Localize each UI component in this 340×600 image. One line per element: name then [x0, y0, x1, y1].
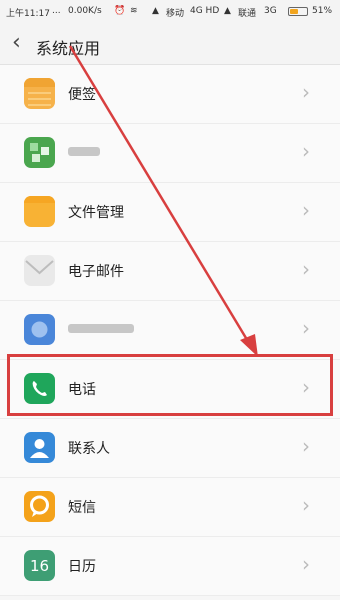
list-item-label: 日历	[68, 559, 96, 575]
app-list: 便签 › › 文件管理 › 电子邮件 › › 电话 › 联系人 › 短信 › 1…	[0, 65, 340, 596]
battery-fill	[290, 9, 298, 14]
signal-icon-2: ▲	[224, 6, 231, 16]
message-icon-glyph	[30, 495, 49, 517]
list-item-file-manager[interactable]: 文件管理 ›	[0, 183, 340, 242]
list-item-label	[68, 143, 100, 159]
chevron-right-icon: ›	[302, 257, 310, 281]
notes-icon-glyph	[24, 78, 55, 106]
mail-icon-glyph	[25, 260, 54, 275]
signal-icon-1: ▲	[152, 6, 159, 16]
back-icon[interactable]: ‹	[12, 31, 21, 55]
wifi-icon: ≋	[130, 6, 138, 16]
chevron-right-icon: ›	[302, 316, 310, 340]
chevron-right-icon: ›	[302, 198, 310, 222]
status-network2: 3G	[264, 6, 277, 16]
chevron-right-icon: ›	[302, 552, 310, 576]
battery-icon	[288, 7, 308, 16]
chevron-right-icon: ›	[302, 139, 310, 163]
folder-icon	[24, 196, 55, 227]
calendar-day: 16	[29, 556, 50, 575]
list-item-blurred-app[interactable]: ›	[0, 124, 340, 183]
status-dots: ...	[52, 6, 61, 16]
blurred-icon-glyph	[31, 321, 48, 338]
highlight-box	[7, 354, 333, 416]
notes-icon	[24, 78, 55, 109]
status-carrier2: 联通	[238, 9, 257, 19]
folder-icon-glyph	[24, 196, 55, 203]
list-item-blurred-app-2[interactable]: ›	[0, 301, 340, 360]
list-item-label: 电子邮件	[68, 264, 124, 280]
status-time: 上午11:17	[6, 9, 50, 19]
status-carrier1: 移动	[166, 9, 185, 19]
chevron-right-icon: ›	[302, 80, 310, 104]
blurred-text	[68, 323, 134, 333]
contacts-icon-glyph	[30, 439, 49, 458]
app-header: ‹ 系统应用	[0, 24, 340, 65]
list-item-notes[interactable]: 便签 ›	[0, 65, 340, 124]
list-item-label: 短信	[68, 500, 96, 516]
message-icon	[24, 491, 55, 522]
list-item-label	[68, 320, 134, 336]
list-item-calendar[interactable]: 16 日历 ›	[0, 537, 340, 596]
alarm-icon: ⏰	[114, 6, 126, 16]
list-item-label: 便签	[68, 87, 96, 103]
list-item-contacts[interactable]: 联系人 ›	[0, 419, 340, 478]
status-bar: 上午11:17 ... 0.00K/s ⏰ ≋ ▲ 移动 4G HD ▲ 联通 …	[0, 0, 340, 24]
status-battery: 51%	[312, 6, 333, 16]
list-item-email[interactable]: 电子邮件 ›	[0, 242, 340, 301]
app-icon-blurred	[24, 137, 55, 168]
chevron-right-icon: ›	[302, 434, 310, 458]
blurred-icon-glyph	[30, 143, 49, 162]
blurred-text	[68, 146, 100, 156]
mail-icon	[24, 255, 55, 286]
list-item-label: 联系人	[68, 441, 110, 457]
status-network1: 4G HD	[190, 6, 220, 16]
page-title: 系统应用	[36, 39, 101, 58]
status-speed: 0.00K/s	[68, 6, 102, 16]
list-item-label: 文件管理	[68, 205, 124, 221]
calendar-icon: 16	[24, 550, 55, 581]
app-icon-blurred	[24, 314, 55, 345]
contacts-icon	[24, 432, 55, 463]
list-item-messages[interactable]: 短信 ›	[0, 478, 340, 537]
chevron-right-icon: ›	[302, 493, 310, 517]
